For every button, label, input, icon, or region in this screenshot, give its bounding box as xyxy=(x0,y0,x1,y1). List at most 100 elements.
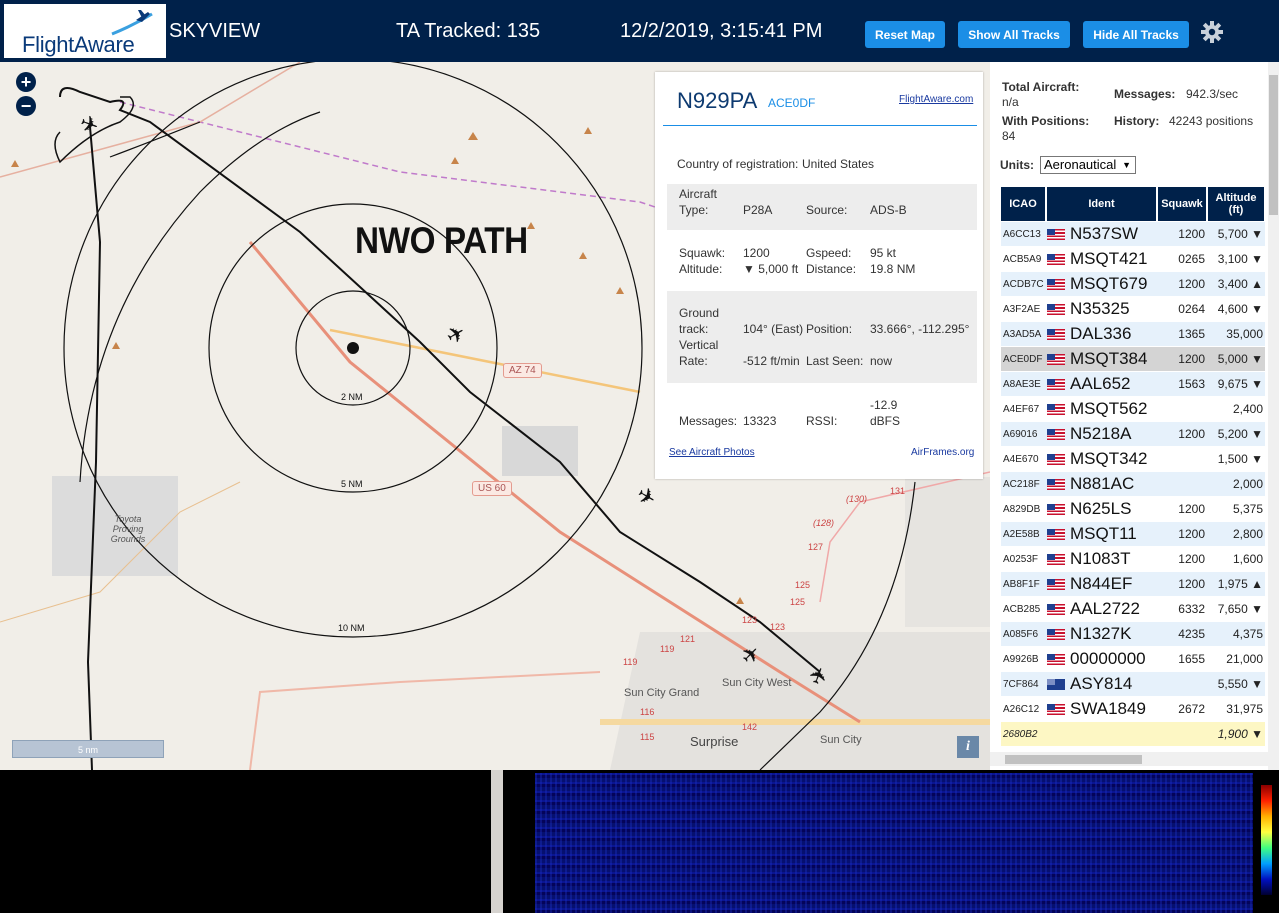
gspeed-value: 95 kt xyxy=(870,246,897,260)
hide-all-tracks-button[interactable]: Hide All Tracks xyxy=(1083,21,1189,48)
horizontal-scrollbar-thumb[interactable] xyxy=(1005,755,1142,764)
airframes-link[interactable]: AirFrames.org xyxy=(911,447,974,458)
road-number: 127 xyxy=(808,542,824,552)
table-row[interactable]: A4EF67 MSQT562 2,400 xyxy=(1001,397,1265,421)
cell-flag xyxy=(1047,322,1067,346)
cell-squawk: 1200 xyxy=(1178,577,1205,591)
cell-ident: MSQT342 xyxy=(1070,449,1148,468)
cell-squawk xyxy=(1161,447,1205,471)
cell-altitude: 1,500 ▼ xyxy=(1217,452,1263,466)
zoom-in-button[interactable]: + xyxy=(16,72,36,92)
table-row[interactable]: A2E58B MSQT11 1200 2,800 xyxy=(1001,522,1265,546)
cell-icao: A0253F xyxy=(1003,553,1039,565)
cell-ident: ASY814 xyxy=(1070,674,1133,693)
table-row[interactable]: A69016 N5218A 1200 5,200 ▼ xyxy=(1001,422,1265,446)
cell-altitude: 5,000 ▼ xyxy=(1217,352,1263,366)
highway-us60: US 60 xyxy=(472,481,512,496)
plus-icon: + xyxy=(20,72,32,92)
units-select[interactable]: Aeronautical ▼ xyxy=(1040,156,1136,174)
flightaware-link[interactable]: FlightAware.com xyxy=(899,94,973,105)
table-row[interactable]: ACB285 AAL2722 6332 7,650 ▼ xyxy=(1001,597,1265,621)
zoom-out-button[interactable]: − xyxy=(16,96,36,116)
highway-az74: AZ 74 xyxy=(503,363,542,378)
logo-wordmark: FlightAware xyxy=(22,32,135,57)
column-header-icao[interactable]: ICAO xyxy=(1001,187,1046,221)
road-number: 123 xyxy=(742,615,758,625)
table-row[interactable]: A8AE3E AAL652 1563 9,675 ▼ xyxy=(1001,372,1265,396)
us-flag-icon xyxy=(1047,653,1065,665)
cell-squawk: 2672 xyxy=(1178,702,1205,716)
rssi-label: RSSI: xyxy=(806,414,838,428)
column-header-ident[interactable]: Ident xyxy=(1047,187,1157,221)
vertical-scrollbar-thumb[interactable] xyxy=(1269,75,1278,215)
show-all-tracks-button[interactable]: Show All Tracks xyxy=(958,21,1070,48)
cell-ident: MSQT679 xyxy=(1070,274,1148,293)
split-divider[interactable] xyxy=(491,770,503,913)
flightaware-logo[interactable]: FlightAware xyxy=(4,4,166,58)
cell-icao: A26C12 xyxy=(1003,703,1040,715)
cell-squawk: 1200 xyxy=(1178,527,1205,541)
column-header-altitude[interactable]: Altitude (ft) xyxy=(1208,187,1265,221)
cell-flag xyxy=(1047,397,1067,421)
cell-altitude: 5,550 ▼ xyxy=(1217,677,1263,691)
squawk-label: Squawk: xyxy=(679,246,726,260)
position-label: Position: xyxy=(806,322,853,336)
table-row[interactable]: ACE0DF MSQT384 1200 5,000 ▼ xyxy=(1001,347,1265,371)
cell-ident: N625LS xyxy=(1070,499,1132,518)
table-row[interactable]: A3AD5A DAL336 1365 35,000 xyxy=(1001,322,1265,346)
cell-ident: DAL336 xyxy=(1070,324,1132,343)
table-row[interactable]: A9926B 00000000 1655 21,000 xyxy=(1001,647,1265,671)
cell-icao: ACB285 xyxy=(1003,603,1041,615)
cell-ident: N537SW xyxy=(1070,224,1139,243)
messages-rate-label: Messages: xyxy=(1114,87,1176,101)
table-row[interactable]: A0253F N1083T 1200 1,600 xyxy=(1001,547,1265,571)
us-flag-icon xyxy=(1047,428,1065,440)
with-positions-label: With Positions: xyxy=(1002,114,1090,128)
table-row[interactable]: 2680B2 1,900 ▼ xyxy=(1001,722,1265,746)
tracked-count: TA Tracked: 135 xyxy=(396,20,541,42)
cell-squawk: 1563 xyxy=(1178,377,1205,391)
table-row[interactable]: A3F2AE N35325 0264 4,600 ▼ xyxy=(1001,297,1265,321)
cell-altitude: 9,675 ▼ xyxy=(1217,377,1263,391)
us-flag-icon xyxy=(1047,503,1065,515)
cell-ident: N844EF xyxy=(1070,574,1133,593)
us-flag-icon xyxy=(1047,578,1065,590)
cell-icao: A3AD5A xyxy=(1003,328,1042,340)
cell-icao: A4E670 xyxy=(1003,453,1039,465)
info-icon[interactable]: i xyxy=(957,736,979,758)
cell-flag xyxy=(1047,297,1067,321)
with-positions-value: 84 xyxy=(1002,129,1016,143)
gear-icon[interactable] xyxy=(1200,20,1224,44)
us-flag-icon xyxy=(1047,253,1065,265)
cell-icao: A6CC13 xyxy=(1003,228,1041,240)
table-row[interactable]: ACDB7C MSQT679 1200 3,400 ▲ xyxy=(1001,272,1265,296)
ground-label: Ground xyxy=(679,306,720,320)
see-aircraft-photos-link[interactable]: See Aircraft Photos xyxy=(669,447,755,458)
detail-divider xyxy=(663,125,977,126)
cell-icao: AB8F1F xyxy=(1003,578,1040,590)
table-row[interactable]: A085F6 N1327K 4235 4,375 xyxy=(1001,622,1265,646)
table-row[interactable]: A6CC13 N537SW 1200 5,700 ▼ xyxy=(1001,222,1265,246)
cell-flag xyxy=(1047,722,1067,746)
table-row[interactable]: AC218F N881AC 2,000 xyxy=(1001,472,1265,496)
cell-icao: A085F6 xyxy=(1003,628,1039,640)
spectrum-area xyxy=(0,770,1279,913)
us-flag-icon xyxy=(1047,528,1065,540)
reset-map-button[interactable]: Reset Map xyxy=(865,21,945,48)
column-header-squawk[interactable]: Squawk xyxy=(1158,187,1207,221)
track-value: 104° (East) xyxy=(743,322,804,336)
cell-flag xyxy=(1047,372,1067,396)
type-value: P28A xyxy=(743,203,773,217)
aircraft-list-panel: Total Aircraft: n/a Messages: 942.3/sec … xyxy=(990,62,1279,770)
cell-flag xyxy=(1047,272,1067,296)
table-row[interactable]: 7CF864 ASY814 5,550 ▼ xyxy=(1001,672,1265,696)
table-row[interactable]: A829DB N625LS 1200 5,375 xyxy=(1001,497,1265,521)
messages-value: 13323 xyxy=(743,414,777,428)
table-row[interactable]: A26C12 SWA1849 2672 31,975 xyxy=(1001,697,1265,721)
place-sun-city-grand: Sun City Grand xyxy=(624,687,700,699)
cell-altitude: 5,375 xyxy=(1232,502,1263,516)
table-row[interactable]: ACB5A9 MSQT421 0265 3,100 ▼ xyxy=(1001,247,1265,271)
table-row[interactable]: AB8F1F N844EF 1200 1,975 ▲ xyxy=(1001,572,1265,596)
table-row[interactable]: A4E670 MSQT342 1,500 ▼ xyxy=(1001,447,1265,471)
us-flag-icon xyxy=(1047,353,1065,365)
